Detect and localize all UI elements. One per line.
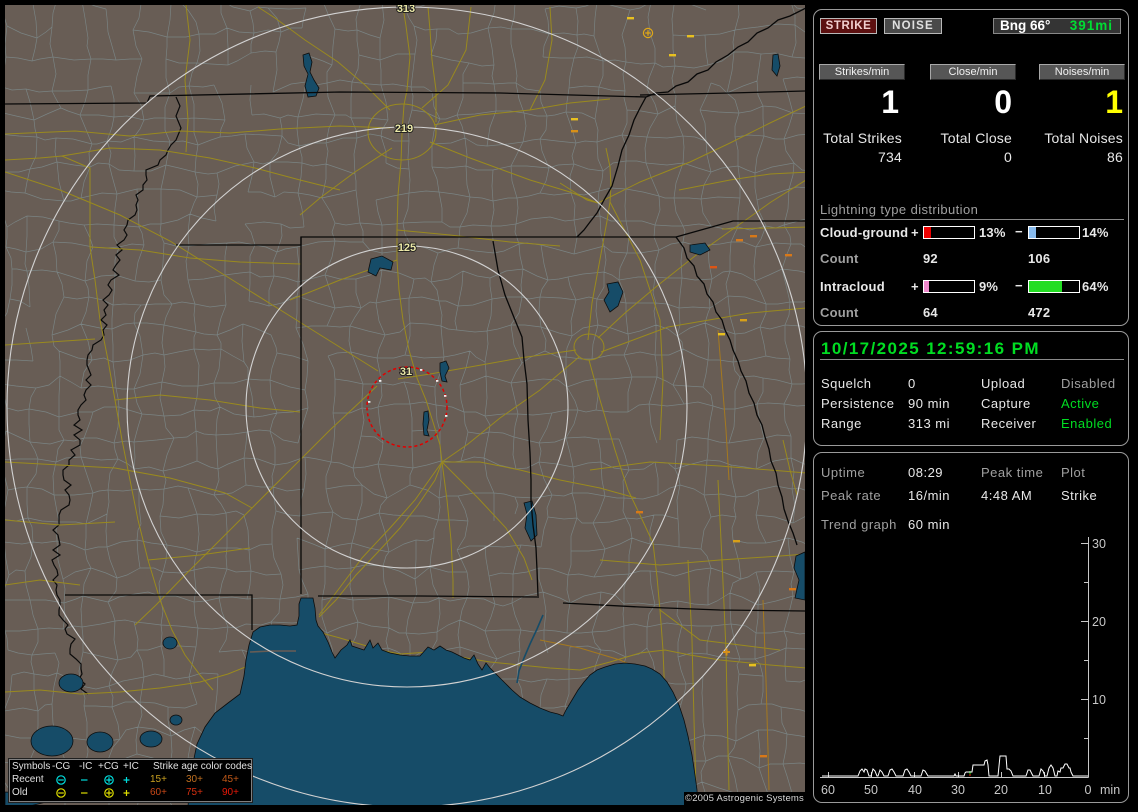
svg-text:219: 219 [395, 123, 413, 135]
svg-text:60: 60 [821, 783, 835, 797]
svg-text:50: 50 [864, 783, 878, 797]
svg-text:30: 30 [951, 783, 965, 797]
svg-text:min: min [1100, 783, 1120, 797]
svg-text:31: 31 [400, 366, 412, 378]
svg-text:30: 30 [1092, 537, 1106, 551]
svg-text:0: 0 [1085, 783, 1092, 797]
svg-text:10: 10 [1038, 783, 1052, 797]
svg-text:20: 20 [1092, 615, 1106, 629]
svg-text:125: 125 [398, 242, 416, 254]
svg-text:40: 40 [908, 783, 922, 797]
svg-text:20: 20 [994, 783, 1008, 797]
svg-text:10: 10 [1092, 693, 1106, 707]
svg-text:313: 313 [397, 5, 415, 15]
